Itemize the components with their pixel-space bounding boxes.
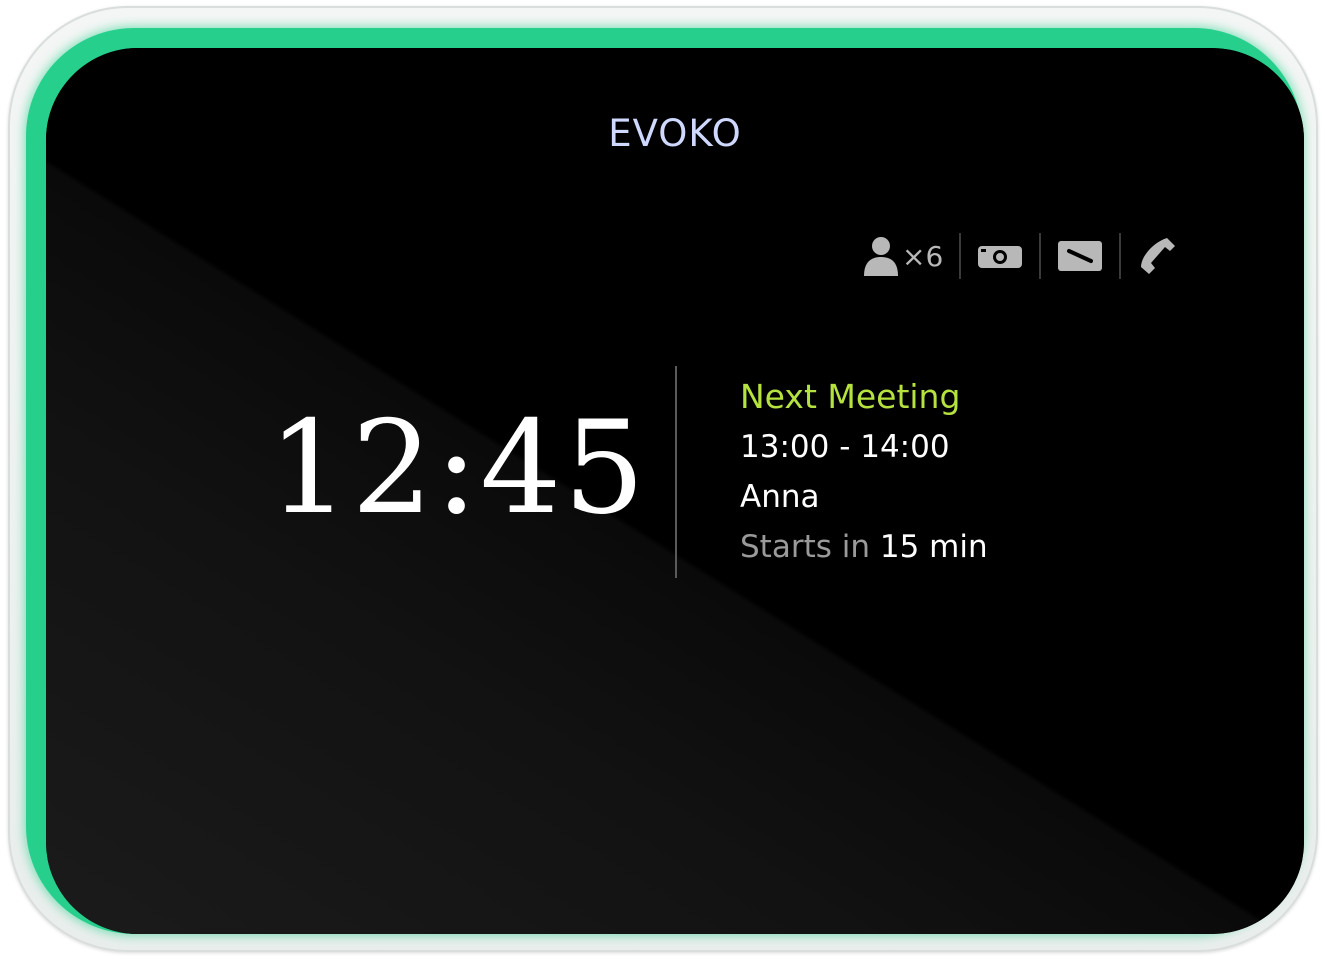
next-meeting-countdown: Starts in 15 min [740,522,988,572]
capacity-amenity: ×6 [846,233,959,279]
room-amenities: ×6 [846,222,1193,290]
projector-icon [977,241,1023,271]
next-meeting-heading: Next Meeting [740,377,961,416]
countdown-label: Starts in [740,529,870,565]
phone-amenity [1119,233,1193,279]
vertical-divider [675,366,677,578]
phone-icon [1137,236,1177,276]
room-booking-device: EVOKO ×6 12:45 Next Meeting 13:00 - 14:0… [8,6,1318,952]
whiteboard-amenity [1039,233,1119,279]
next-meeting-organizer: Anna [740,479,820,515]
whiteboard-icon [1057,239,1103,273]
countdown-value: 15 min [879,529,988,565]
next-meeting-panel[interactable]: Next Meeting 13:00 - 14:00 Anna Starts i… [740,372,988,572]
brand-logo: EVOKO [608,112,742,155]
capacity-count: ×6 [902,239,944,273]
current-time: 12:45 [268,394,647,543]
device-screen[interactable]: EVOKO ×6 12:45 Next Meeting 13:00 - 14:0… [46,48,1304,934]
projector-amenity [959,233,1039,279]
next-meeting-time: 13:00 - 14:00 [740,429,950,465]
person-icon [862,236,900,276]
